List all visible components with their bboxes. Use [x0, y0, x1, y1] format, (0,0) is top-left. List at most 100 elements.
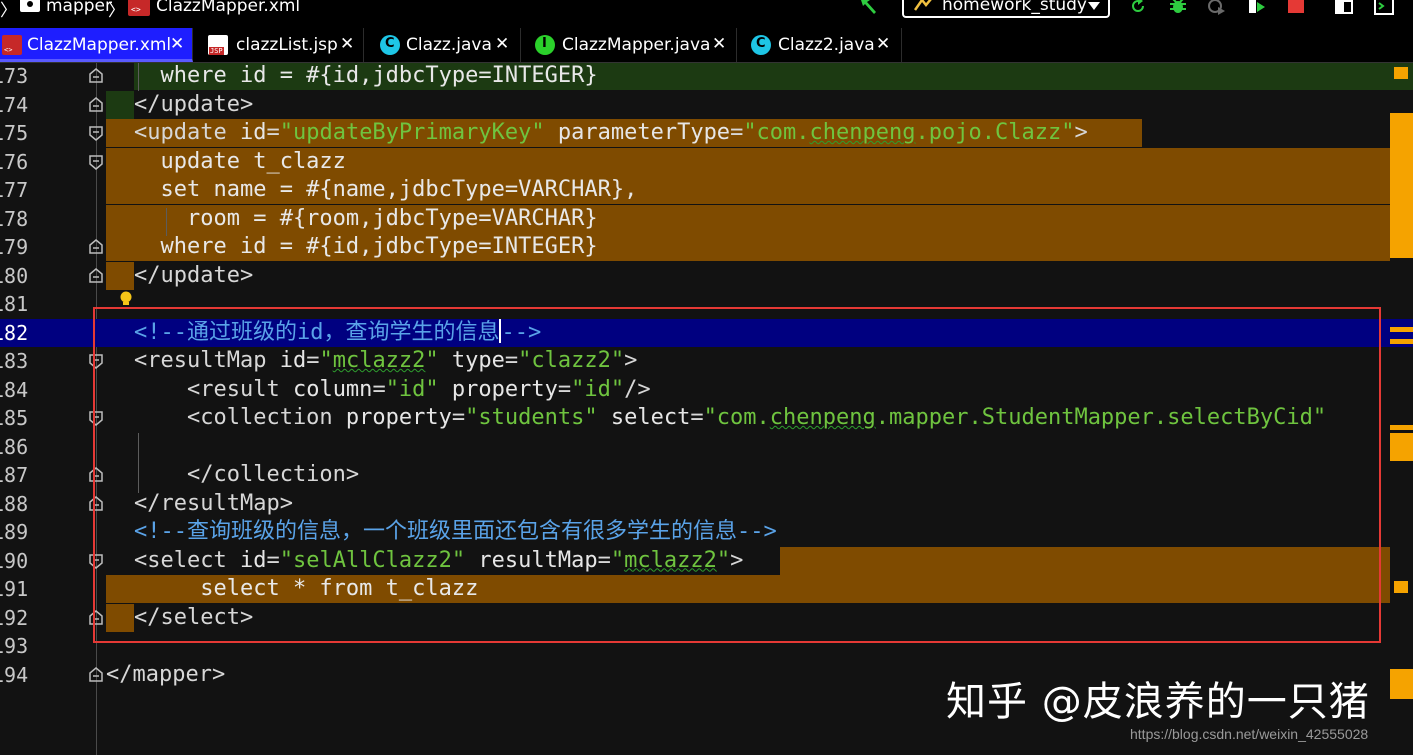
stripe-marker — [1390, 327, 1413, 332]
tab-clazzlist-jsp[interactable]: JSP clazzList.jsp ✕ — [196, 28, 364, 62]
code-line[interactable]: 180 </update> — [0, 261, 1413, 290]
code-token: = — [306, 348, 320, 373]
tab-clazz-java[interactable]: Clazz.java ✕ — [364, 28, 521, 62]
line-number[interactable]: 177 — [0, 176, 40, 204]
code-token: <resultMap — [134, 348, 280, 373]
terminal-icon[interactable] — [1374, 0, 1394, 16]
tab-clazzmapper-java[interactable]: ClazzMapper.java ✕ — [521, 28, 737, 62]
line-number[interactable]: 173 — [0, 63, 40, 90]
code-token: select * from t_clazz — [134, 576, 479, 601]
fold-collapse-icon[interactable] — [88, 125, 104, 141]
fold-end-icon[interactable] — [88, 495, 104, 512]
stop-icon[interactable] — [1286, 0, 1306, 16]
line-number[interactable]: 180 — [0, 262, 40, 290]
code-line[interactable]: 191 select * from t_clazz — [0, 575, 1413, 603]
code-line[interactable]: 192 </select> — [0, 603, 1413, 632]
code-line[interactable]: 177 set name = #{name,jdbcType=VARCHAR}, — [0, 176, 1413, 204]
code-text: </collection> — [134, 461, 359, 489]
fold-end-icon[interactable] — [88, 467, 104, 483]
watermark-url: https://blog.csdn.net/weixin_42555028 — [1130, 726, 1369, 742]
line-number[interactable]: 187 — [0, 461, 40, 489]
lightbulb-icon[interactable] — [119, 291, 133, 307]
code-token: room = #{room,jdbcType=VARCHAR} — [134, 205, 598, 231]
run-configuration-label: homework_study — [942, 0, 1087, 15]
line-number[interactable]: 186 — [0, 433, 40, 461]
layout-icon[interactable] — [1334, 0, 1354, 16]
run-configuration-select[interactable]: homework_study — [902, 0, 1110, 18]
code-text: select * from t_clazz — [134, 575, 478, 603]
fold-collapse-icon[interactable] — [88, 353, 104, 369]
hammer-icon[interactable] — [858, 0, 878, 16]
code-line[interactable]: 187 </collection> — [0, 461, 1413, 489]
code-line[interactable]: 188 </resultMap> — [0, 490, 1413, 518]
line-number[interactable]: 188 — [0, 490, 40, 518]
code-editor[interactable]: 173 where id = #{id,jdbcType=INTEGER}174… — [0, 63, 1413, 755]
code-line[interactable]: 175<update id="updateByPrimaryKey" param… — [0, 119, 1413, 147]
code-line[interactable]: 189 <!--查询班级的信息，一个班级里面还包含有很多学生的信息--> — [0, 518, 1413, 546]
fold-collapse-icon[interactable] — [88, 410, 104, 426]
code-line[interactable]: 173 where id = #{id,jdbcType=INTEGER} — [0, 63, 1413, 90]
fold-end-icon[interactable] — [88, 609, 104, 626]
tab-clazzmapper-xml[interactable]: <> ClazzMapper.xml ✕ — [0, 28, 193, 62]
close-icon[interactable]: ✕ — [876, 34, 890, 54]
line-number[interactable]: 192 — [0, 604, 40, 632]
debug-icon[interactable] — [1168, 0, 1188, 16]
fold-end-icon[interactable] — [88, 96, 104, 113]
line-number[interactable]: 181 — [0, 290, 40, 318]
line-number[interactable]: 190 — [0, 547, 40, 575]
code-line[interactable]: 179 where id = #{id,jdbcType=INTEGER} — [0, 233, 1413, 261]
tab-clazz2-java[interactable]: Clazz2.java ✕ — [737, 28, 902, 62]
close-icon[interactable]: ✕ — [712, 34, 726, 54]
line-number[interactable]: 178 — [0, 205, 40, 233]
stripe-marker — [1390, 433, 1413, 461]
code-line[interactable]: 184 <result column="id" property="id"/> — [0, 376, 1413, 404]
code-text: set name = #{name,jdbcType=VARCHAR}, — [134, 176, 637, 204]
code-line[interactable]: 182 <!--通过班级的id，查询学生的信息--> — [0, 318, 1413, 347]
line-number[interactable]: 191 — [0, 575, 40, 603]
line-number[interactable]: 174 — [0, 91, 40, 119]
line-number[interactable]: 179 — [0, 233, 40, 261]
line-number[interactable]: 185 — [0, 404, 40, 432]
fold-end-icon[interactable] — [88, 68, 104, 84]
coverage-icon[interactable] — [1206, 0, 1226, 16]
code-line[interactable]: 181 — [0, 290, 1413, 318]
code-line[interactable]: 176 update t_clazz — [0, 147, 1413, 176]
code-token: </mapper> — [106, 661, 226, 687]
fold-collapse-icon[interactable] — [88, 553, 104, 569]
close-icon[interactable]: ✕ — [495, 34, 509, 54]
stripe-marker — [1394, 67, 1408, 79]
breadcrumb-item-mapper[interactable]: mapper — [46, 0, 112, 16]
line-number[interactable]: 176 — [0, 148, 40, 176]
close-icon[interactable]: ✕ — [340, 34, 354, 54]
code-line[interactable]: 193 — [0, 632, 1413, 660]
code-text: <resultMap id="mclazz2" type="clazz2"> — [134, 347, 637, 375]
code-line[interactable]: 178 room = #{room,jdbcType=VARCHAR} — [0, 204, 1413, 233]
fold-collapse-icon[interactable] — [88, 154, 104, 170]
class-file-icon — [380, 35, 400, 55]
close-icon[interactable]: ✕ — [170, 34, 184, 54]
code-line[interactable]: 190<select id="selAllClazz2" resultMap="… — [0, 546, 1413, 575]
class-file-icon — [751, 35, 771, 55]
line-number[interactable]: 183 — [0, 347, 40, 375]
profile-icon[interactable] — [1246, 0, 1266, 16]
fold-end-icon[interactable] — [88, 666, 104, 683]
code-token: "students" — [465, 405, 598, 430]
code-line[interactable]: 185 <collection property="students" sele… — [0, 404, 1413, 432]
code-token: <select — [134, 547, 240, 573]
code-line[interactable]: 186 — [0, 433, 1413, 461]
breadcrumb-item-file[interactable]: ClazzMapper.xml — [156, 0, 300, 16]
fold-end-icon[interactable] — [88, 239, 104, 255]
line-number[interactable]: 189 — [0, 518, 40, 546]
fold-end-icon[interactable] — [88, 267, 104, 284]
code-line[interactable]: 183 <resultMap id="mclazz2" type="clazz2"… — [0, 347, 1413, 375]
rerun-icon[interactable] — [1128, 0, 1148, 16]
line-number[interactable]: 175 — [0, 119, 40, 147]
code-line[interactable]: 174 </update> — [0, 90, 1413, 119]
line-number[interactable]: 182 — [0, 319, 40, 347]
line-number[interactable]: 194 — [0, 661, 40, 689]
chevron-down-icon — [1088, 2, 1100, 10]
code-token: > — [1074, 120, 1088, 145]
code-token: id — [239, 547, 267, 573]
line-number[interactable]: 184 — [0, 376, 40, 404]
line-number[interactable]: 193 — [0, 632, 40, 660]
